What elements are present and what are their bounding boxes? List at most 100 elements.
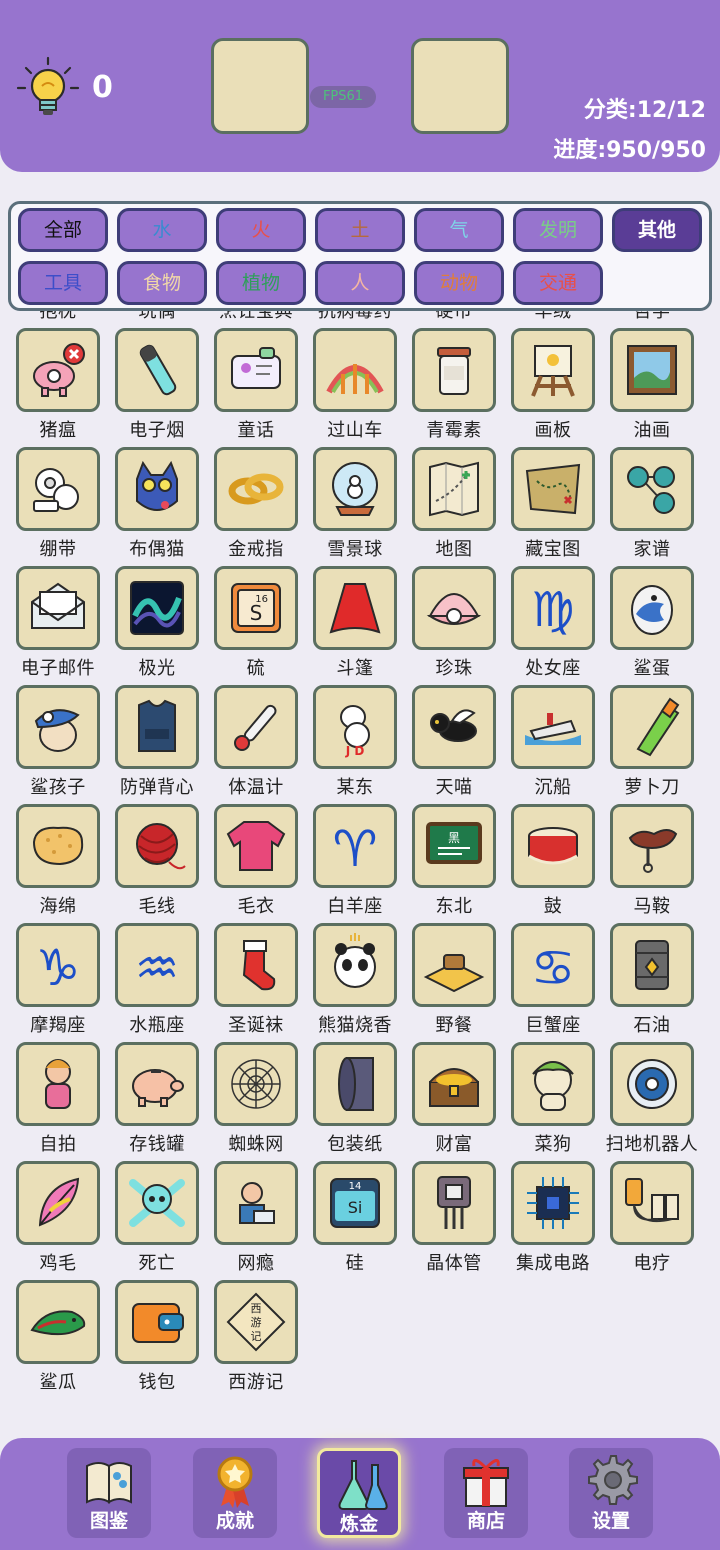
element-card[interactable]: 鸡毛 xyxy=(0,1161,100,1279)
combine-slot-left[interactable] xyxy=(211,38,309,134)
element-card[interactable]: 扫地机器人 xyxy=(594,1042,698,1160)
element-card[interactable]: 石油 xyxy=(594,923,694,1041)
element-card[interactable]: 鲨蛋 xyxy=(594,566,694,684)
element-tile[interactable] xyxy=(610,328,694,412)
element-card[interactable]: ♋ 巨蟹座 xyxy=(495,923,595,1041)
nav-medal-button[interactable]: 成就 xyxy=(193,1448,277,1538)
element-tile[interactable] xyxy=(511,804,595,888)
element-tile[interactable] xyxy=(115,447,199,531)
element-grid[interactable]: 抱枕 玩偶 烹饪宝典 抗病毒药 硬币 羊绒 哲学 猪瘟 电子烟 童话 过山车 青霉素 画板 油画 绷带 布偶猫… xyxy=(0,311,720,1438)
element-card[interactable]: 鲨孩子 xyxy=(0,685,100,803)
element-tile[interactable] xyxy=(115,685,199,769)
filter-chip-5[interactable]: 发明 xyxy=(513,208,603,252)
element-card[interactable]: 西游记西游记 xyxy=(198,1280,298,1398)
filter-chip-4[interactable]: 气 xyxy=(414,208,504,252)
element-tile[interactable] xyxy=(610,923,694,1007)
element-card[interactable]: 网瘾 xyxy=(198,1161,298,1279)
element-card[interactable]: 圣诞袜 xyxy=(198,923,298,1041)
element-card[interactable]: 地图 xyxy=(396,447,496,565)
element-card[interactable]: 蜘蛛网 xyxy=(198,1042,298,1160)
element-card[interactable]: 绷带 xyxy=(0,447,100,565)
element-tile[interactable] xyxy=(313,1042,397,1126)
element-tile[interactable]: ♍ xyxy=(511,566,595,650)
nav-book-button[interactable]: 图鉴 xyxy=(67,1448,151,1538)
element-tile[interactable]: ♑ xyxy=(16,923,100,1007)
element-tile[interactable] xyxy=(214,1161,298,1245)
element-card[interactable]: 熊猫烧香 xyxy=(297,923,397,1041)
element-tile[interactable] xyxy=(412,685,496,769)
element-tile[interactable] xyxy=(16,328,100,412)
combine-slot-right[interactable] xyxy=(411,38,509,134)
element-tile[interactable] xyxy=(313,328,397,412)
element-card[interactable]: 羊绒 xyxy=(495,311,594,327)
element-card[interactable]: 钱包 xyxy=(99,1280,199,1398)
element-tile[interactable]: ♈ xyxy=(313,804,397,888)
element-tile[interactable]: ♋ xyxy=(511,923,595,1007)
element-card[interactable]: 毛线 xyxy=(99,804,199,922)
element-tile[interactable]: 14 Si xyxy=(313,1161,397,1245)
element-card[interactable]: 14 Si 硅 xyxy=(297,1161,397,1279)
element-card[interactable]: 16 S 硫 xyxy=(198,566,298,684)
element-tile[interactable] xyxy=(115,328,199,412)
element-card[interactable]: 雪景球 xyxy=(297,447,397,565)
filter-chip-8[interactable]: 食物 xyxy=(117,261,207,305)
filter-chip-7[interactable]: 工具 xyxy=(18,261,108,305)
element-card[interactable]: ♍ 处女座 xyxy=(495,566,595,684)
element-tile[interactable] xyxy=(511,447,595,531)
element-tile[interactable]: 黑 xyxy=(412,804,496,888)
element-card[interactable]: 玩偶 xyxy=(99,311,198,327)
element-card[interactable]: 鼓 xyxy=(495,804,595,922)
element-card[interactable]: 童话 xyxy=(198,328,298,446)
element-card[interactable]: 毛衣 xyxy=(198,804,298,922)
element-card[interactable]: 财富 xyxy=(396,1042,496,1160)
element-tile[interactable] xyxy=(214,804,298,888)
element-tile[interactable] xyxy=(412,328,496,412)
element-card[interactable]: 死亡 xyxy=(99,1161,199,1279)
element-card[interactable]: 抗病毒药 xyxy=(297,311,396,327)
element-tile[interactable] xyxy=(16,1280,100,1364)
element-card[interactable]: 自拍 xyxy=(0,1042,100,1160)
element-card[interactable]: 烹饪宝典 xyxy=(198,311,297,327)
element-card[interactable]: 集成电路 xyxy=(495,1161,595,1279)
element-card[interactable]: J D 某东 xyxy=(297,685,397,803)
element-card[interactable]: 画板 xyxy=(495,328,595,446)
element-card[interactable]: 晶体管 xyxy=(396,1161,496,1279)
element-card[interactable]: 天喵 xyxy=(396,685,496,803)
element-tile[interactable] xyxy=(115,1280,199,1364)
element-tile[interactable] xyxy=(115,1042,199,1126)
element-card[interactable]: 硬币 xyxy=(396,311,495,327)
filter-chip-0[interactable]: 全部 xyxy=(18,208,108,252)
filter-chip-9[interactable]: 植物 xyxy=(216,261,306,305)
lightbulb-icon[interactable] xyxy=(16,56,80,120)
element-card[interactable]: 存钱罐 xyxy=(99,1042,199,1160)
element-tile[interactable]: 西游记 xyxy=(214,1280,298,1364)
element-tile[interactable] xyxy=(16,1161,100,1245)
element-card[interactable]: 沉船 xyxy=(495,685,595,803)
element-card[interactable]: 萝卜刀 xyxy=(594,685,694,803)
element-tile[interactable]: ♒ xyxy=(115,923,199,1007)
element-card[interactable]: ♒ 水瓶座 xyxy=(99,923,199,1041)
element-tile[interactable] xyxy=(214,685,298,769)
element-card[interactable]: 珍珠 xyxy=(396,566,496,684)
element-tile[interactable] xyxy=(16,1042,100,1126)
element-tile[interactable] xyxy=(610,685,694,769)
element-tile[interactable] xyxy=(412,447,496,531)
element-card[interactable]: 野餐 xyxy=(396,923,496,1041)
element-tile[interactable] xyxy=(412,566,496,650)
element-tile[interactable] xyxy=(115,1161,199,1245)
element-card[interactable]: 青霉素 xyxy=(396,328,496,446)
element-tile[interactable] xyxy=(511,685,595,769)
element-card[interactable]: 藏宝图 xyxy=(495,447,595,565)
element-tile[interactable] xyxy=(610,804,694,888)
nav-gift-button[interactable]: 商店 xyxy=(444,1448,528,1538)
element-tile[interactable] xyxy=(214,328,298,412)
element-card[interactable]: 油画 xyxy=(594,328,694,446)
element-card[interactable]: 黑东北 xyxy=(396,804,496,922)
element-tile[interactable] xyxy=(16,804,100,888)
element-tile[interactable] xyxy=(412,1161,496,1245)
element-card[interactable]: 菜狗 xyxy=(495,1042,595,1160)
element-card[interactable]: 电疗 xyxy=(594,1161,694,1279)
element-card[interactable]: 抱枕 xyxy=(0,311,99,327)
element-card[interactable]: 防弹背心 xyxy=(99,685,199,803)
element-card[interactable]: 哲学 xyxy=(594,311,693,327)
